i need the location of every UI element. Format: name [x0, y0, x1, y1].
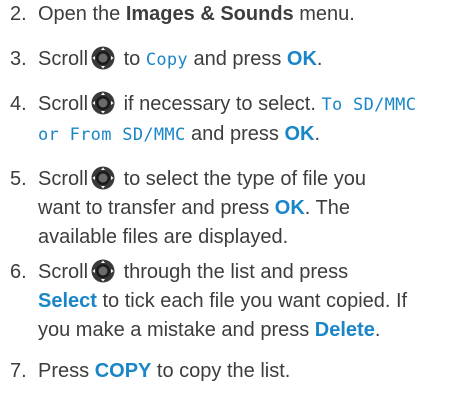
- step-text: Press: [38, 360, 95, 382]
- step-6: 6. Scroll through the list and press Sele…: [10, 258, 448, 345]
- step-text: Scroll: [38, 48, 89, 70]
- step-continuation: you make a mistake and press Delete.: [10, 316, 448, 345]
- menu-name: Images & Sounds: [125, 3, 294, 25]
- step-text: and press: [187, 48, 287, 70]
- step-text: if necessary to select.: [118, 93, 322, 115]
- step-number: 2.: [10, 3, 27, 25]
- step-number: 4.: [10, 93, 27, 115]
- step-number: 3.: [10, 48, 27, 70]
- step-text: .: [314, 123, 321, 145]
- step-text: . The: [304, 197, 351, 219]
- navigation-key-icon: [91, 166, 115, 190]
- step-text: to copy the list.: [151, 360, 291, 382]
- step-text: through the list and press: [118, 261, 349, 283]
- instruction-steps: 2. Open the Images & Sounds menu. 3. Scrol…: [0, 0, 452, 394]
- step-2: 2. Open the Images & Sounds menu.: [10, 0, 448, 29]
- step-text: Scroll: [38, 168, 89, 190]
- step-number: 6.: [10, 261, 27, 283]
- step-text: .: [374, 319, 381, 341]
- step-text: menu.: [293, 3, 355, 25]
- display-text: or From SD/MMC: [38, 125, 186, 145]
- step-text: Open the: [38, 3, 126, 25]
- key-label: Select: [38, 290, 97, 312]
- step-text: you make a mistake and press: [38, 319, 315, 341]
- step-text: Scroll: [38, 261, 89, 283]
- display-text: To SD/MMC: [321, 95, 417, 115]
- step-number: 7.: [10, 360, 27, 382]
- step-text: to select the type of file you: [118, 168, 366, 190]
- step-continuation: available files are displayed.: [10, 223, 448, 252]
- navigation-key-icon: [91, 259, 115, 283]
- step-7: 7. Press COPY to copy the list.: [10, 357, 448, 386]
- step-text: to: [118, 48, 146, 70]
- step-continuation: want to transfer and press OK. The: [10, 194, 448, 223]
- step-number: 5.: [10, 168, 27, 190]
- step-text: Scroll: [38, 93, 89, 115]
- step-continuation: Select to tick each file you want copied…: [10, 287, 448, 316]
- key-label: OK: [284, 123, 315, 145]
- step-3: 3. Scroll to Copy and press OK.: [10, 45, 448, 75]
- display-text: Copy: [145, 50, 188, 70]
- step-text: available files are displayed.: [38, 226, 289, 248]
- navigation-key-icon: [91, 46, 115, 70]
- navigation-key-icon: [91, 91, 115, 115]
- key-label: Delete: [314, 319, 375, 341]
- key-label: OK: [286, 48, 317, 70]
- key-label: OK: [274, 197, 305, 219]
- step-5: 5. Scroll to select the type of file you …: [10, 165, 448, 252]
- step-4: 4. Scroll if necessary to select. To SD/M…: [10, 90, 448, 150]
- step-text: to tick each file you want copied. If: [96, 290, 408, 312]
- step-text: and press: [185, 123, 285, 145]
- step-text: want to transfer and press: [38, 197, 275, 219]
- step-continuation: or From SD/MMC and press OK.: [10, 120, 448, 150]
- key-label: COPY: [94, 360, 152, 382]
- step-text: .: [316, 48, 323, 70]
